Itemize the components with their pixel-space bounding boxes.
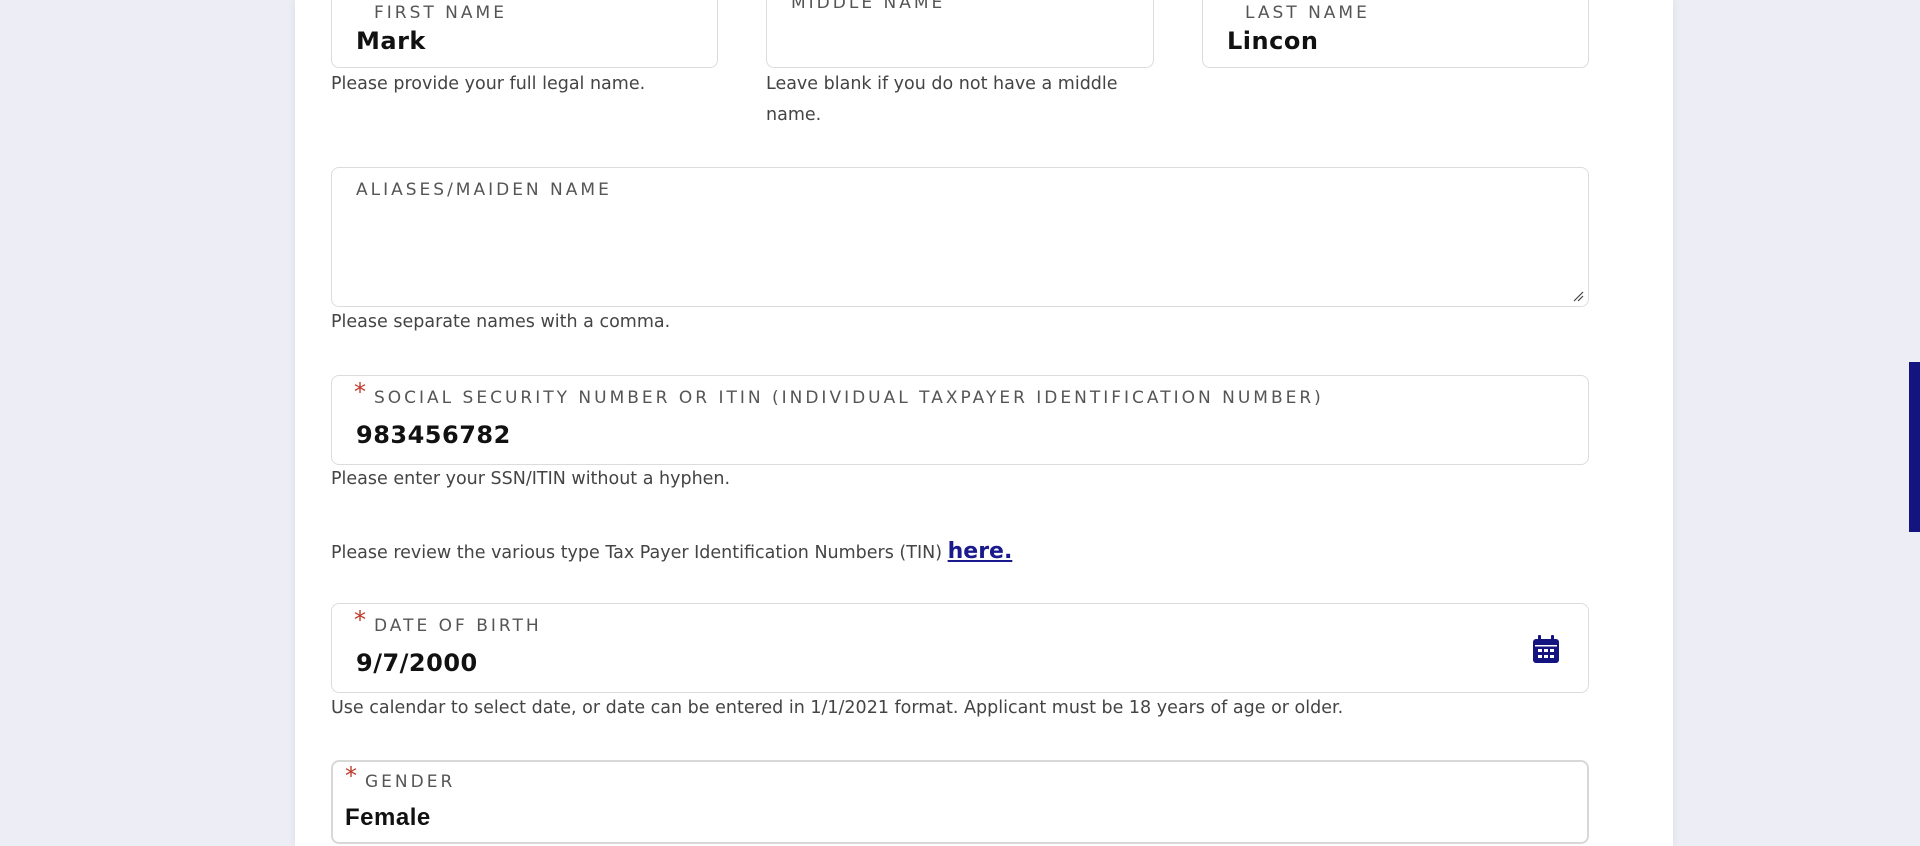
first-name-value: Mark [356,27,426,55]
aliases-textarea[interactable]: ALIASES/MAIDEN NAME [331,167,1589,307]
gender-label: GENDER [365,772,456,792]
first-name-field[interactable]: FIRST NAME Mark [331,0,718,68]
calendar-icon[interactable] [1532,634,1560,664]
middle-name-help: Leave blank if you do not have a middle … [766,74,1118,125]
scrollbar-thumb[interactable] [1909,362,1920,532]
aliases-help: Please separate names with a comma. [331,312,671,332]
form-page: FIRST NAME Mark Please provide your full… [295,0,1673,846]
gender-value: Female [345,804,431,831]
ssn-field[interactable]: * SOCIAL SECURITY NUMBER OR ITIN (INDIVI… [331,375,1589,465]
tin-note-text: Please review the various type Tax Payer… [331,543,943,563]
gender-select[interactable]: * GENDER Female [331,760,1589,844]
last-name-field[interactable]: LAST NAME Lincon [1202,0,1589,68]
gender-required-mark: * [345,762,357,790]
ssn-value: 983456782 [356,421,511,449]
tin-note: Please review the various type Tax Payer… [331,536,1012,569]
middle-name-field[interactable]: MIDDLE NAME [766,0,1154,68]
date-of-birth-field[interactable]: * DATE OF BIRTH 9/7/2000 [331,603,1589,693]
ssn-help: Please enter your SSN/ITIN without a hyp… [331,469,731,489]
first-name-help: Please provide your full legal name. [331,74,646,94]
dob-required-mark: * [354,606,366,634]
first-name-label: FIRST NAME [374,3,507,23]
tin-here-link[interactable]: here. [948,539,1013,564]
last-name-label: LAST NAME [1245,3,1370,23]
last-name-value: Lincon [1227,27,1319,55]
dob-value: 9/7/2000 [356,649,478,677]
dob-help: Use calendar to select date, or date can… [331,698,1344,718]
ssn-required-mark: * [354,378,366,406]
dob-label: DATE OF BIRTH [374,616,542,636]
aliases-label: ALIASES/MAIDEN NAME [356,180,612,200]
middle-name-label: MIDDLE NAME [791,0,946,13]
resize-grip-icon[interactable] [1572,290,1584,302]
ssn-label: SOCIAL SECURITY NUMBER OR ITIN (INDIVIDU… [374,388,1324,408]
